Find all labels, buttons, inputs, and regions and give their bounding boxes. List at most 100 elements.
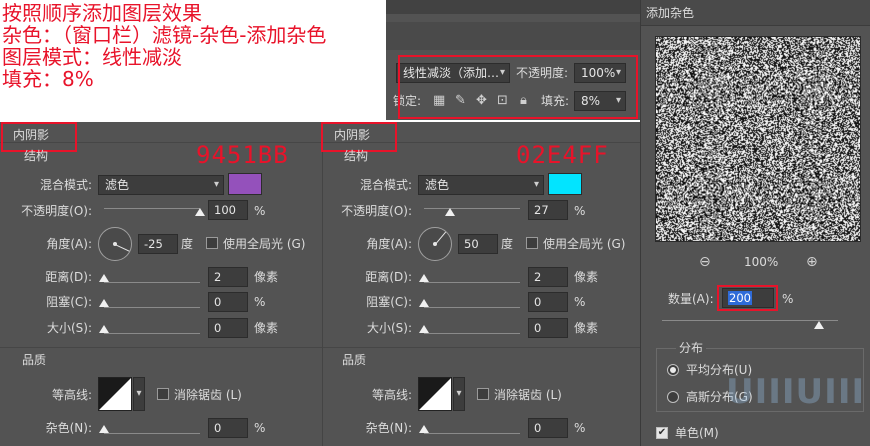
mid-opacity-label: 不透明度(O): [341,204,412,218]
left-distance-slider-track[interactable] [104,282,200,283]
watermark: UIIIUIII [726,372,866,412]
left-noise-input[interactable]: 0 [208,418,248,438]
left-size-slider-thumb[interactable] [99,325,109,333]
left-choke-unit: % [254,295,266,309]
mid-shadow-color-swatch[interactable] [548,173,582,195]
left-blend-mode-value: 滤色 [105,178,130,192]
mid-angle-input[interactable]: 50 [458,234,498,254]
mid-choke-input[interactable]: 0 [528,292,568,312]
noise-amount-slider-track[interactable] [662,320,838,321]
mid-size-slider-track[interactable] [424,333,520,334]
mid-choke-slider-track[interactable] [424,307,520,308]
mid-noise-slider-track[interactable] [424,433,520,434]
chevron-down-icon: ▾ [136,388,142,399]
mid-noise-slider-thumb[interactable] [419,425,429,433]
layers-panel-tabs [386,0,640,14]
mid-contour-label: 等高线: [371,388,412,402]
mid-distance-label: 距离(D): [365,270,412,284]
add-noise-title: 添加杂色 [646,6,695,20]
left-opacity-slider-thumb[interactable] [195,208,205,216]
mid-size-slider-thumb[interactable] [419,325,429,333]
mid-contour-preview[interactable] [418,377,452,411]
left-angle-needle [114,244,130,252]
left-angle-input[interactable]: -25 [138,234,178,254]
left-blend-mode-select[interactable]: 滤色 ▾ [98,175,224,195]
left-size-label: 大小(S): [46,321,92,335]
mid-contour-dropdown[interactable]: ▾ [453,377,465,411]
mid-blend-mode-select[interactable]: 滤色 ▾ [418,175,544,195]
layers-search-row [386,22,640,50]
mid-size-input[interactable]: 0 [528,318,568,338]
mid-antialias-label: 消除锯齿 (L) [494,388,562,402]
mid-quality-divider [323,347,640,348]
mid-angle-dial[interactable] [418,227,452,261]
mid-opacity-unit: % [574,204,586,218]
mid-size-unit: 像素 [574,321,599,335]
left-distance-slider-thumb[interactable] [99,274,109,282]
mid-size-label: 大小(S): [366,321,412,335]
left-global-light-label: 使用全局光 (G) [223,237,306,251]
mid-distance-input[interactable]: 2 [528,267,568,287]
left-hex-color: 9451BB [196,141,289,169]
chevron-down-icon: ▾ [456,388,462,399]
left-distance-label: 距离(D): [45,270,92,284]
left-distance-input[interactable]: 2 [208,267,248,287]
preview-zoom-value: 100% [744,255,779,269]
mid-choke-slider-thumb[interactable] [419,299,429,307]
noise-amount-label: 数量(A): [668,292,714,306]
left-opacity-unit: % [254,204,266,218]
left-noise-label: 杂色(N): [45,421,92,435]
mid-opacity-slider-thumb[interactable] [444,208,455,216]
left-angle-center [113,242,117,246]
left-opacity-slider-track[interactable] [104,208,200,209]
left-global-light-checkbox[interactable] [206,237,218,249]
layers-highlight-box [398,55,638,119]
left-size-slider-track[interactable] [104,333,200,334]
mid-blend-mode-value: 滤色 [425,178,450,192]
left-contour-preview[interactable] [98,377,132,411]
left-noise-slider-thumb[interactable] [99,425,109,433]
left-contour-dropdown[interactable]: ▾ [133,377,145,411]
mid-noise-label: 杂色(N): [365,421,412,435]
zoom-out-icon[interactable]: ⊖ [699,254,711,270]
mid-hex-color: 02E4FF [516,141,609,169]
mid-distance-slider-track[interactable] [424,282,520,283]
left-noise-slider-track[interactable] [104,433,200,434]
noise-amount-slider-thumb[interactable] [814,321,824,329]
mid-quality-heading: 品质 [342,353,367,367]
left-shadow-color-swatch[interactable] [228,173,262,195]
mid-antialias-checkbox[interactable] [477,388,489,400]
mid-opacity-input[interactable]: 27 [528,200,568,220]
noise-amount-unit: % [782,292,794,306]
left-angle-dial[interactable] [98,227,132,261]
left-contour-label: 等高线: [51,388,92,402]
left-choke-slider-thumb[interactable] [99,299,109,307]
left-opacity-input[interactable]: 100 [208,200,248,220]
mid-angle-label: 角度(A): [366,237,412,251]
left-antialias-checkbox[interactable] [157,388,169,400]
amount-highlight-box [717,285,778,311]
mid-opacity-slider-track[interactable] [424,208,520,209]
mid-choke-label: 阻塞(C): [366,295,412,309]
mid-distance-slider-thumb[interactable] [419,274,429,282]
chevron-down-icon: ▾ [533,179,539,190]
left-size-unit: 像素 [254,321,279,335]
distribution-heading: 分布 [676,340,707,356]
mid-noise-input[interactable]: 0 [528,418,568,438]
noise-preview[interactable] [655,36,861,242]
zoom-in-icon[interactable]: ⊕ [806,254,818,270]
mid-structure-heading: 结构 [344,149,369,163]
mid-global-light-checkbox[interactable] [526,237,538,249]
instruction-line-1: 按照顺序添加图层效果 [2,1,202,25]
mid-angle-center [433,242,437,246]
instruction-line-4: 填充：8% [2,67,94,91]
left-distance-unit: 像素 [254,270,279,284]
left-choke-input[interactable]: 0 [208,292,248,312]
gaussian-radio[interactable] [667,391,679,403]
left-structure-heading: 结构 [24,149,49,163]
chevron-down-icon: ▾ [213,179,219,190]
left-choke-slider-track[interactable] [104,307,200,308]
left-size-input[interactable]: 0 [208,318,248,338]
monochrome-checkbox[interactable]: ✔ [656,427,668,439]
uniform-radio[interactable] [667,364,679,376]
